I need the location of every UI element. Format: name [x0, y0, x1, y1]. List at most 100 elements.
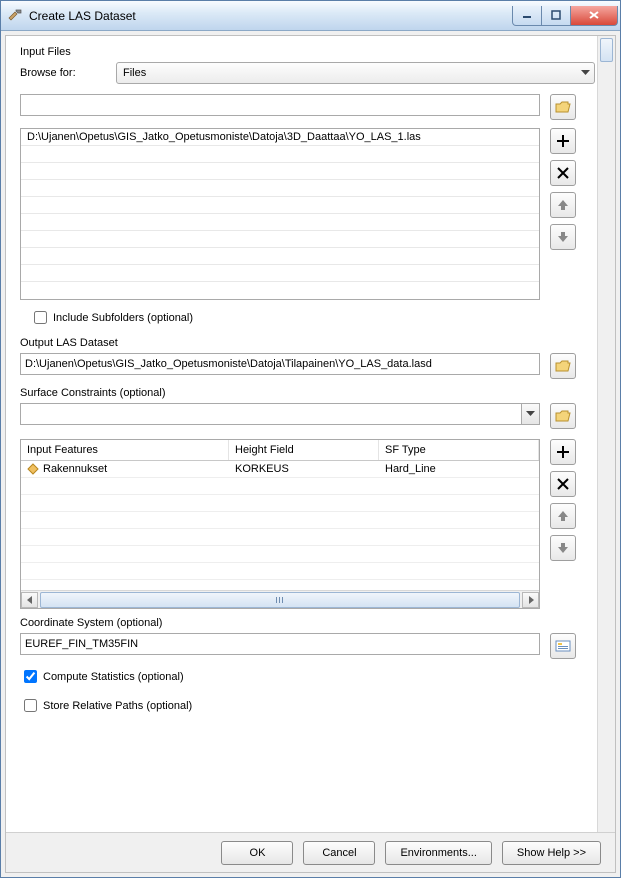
coord-label: Coordinate System (optional)	[20, 617, 595, 629]
list-item[interactable]	[21, 282, 539, 299]
browse-for-value: Files	[123, 67, 146, 79]
table-row[interactable]	[21, 529, 539, 546]
remove-constraint-button[interactable]	[550, 471, 576, 497]
list-item[interactable]	[21, 231, 539, 248]
show-help-button[interactable]: Show Help >>	[502, 841, 601, 865]
cell-height: KORKEUS	[229, 461, 379, 477]
maximize-button[interactable]	[541, 6, 571, 26]
coord-row	[20, 633, 595, 659]
table-row[interactable]: Rakennukset KORKEUS Hard_Line	[21, 461, 539, 478]
store-paths-row: Store Relative Paths (optional)	[20, 696, 595, 715]
scroll-track[interactable]	[38, 592, 522, 608]
vertical-scroll-thumb[interactable]	[600, 38, 613, 62]
list-item[interactable]	[21, 214, 539, 231]
table-body: Rakennukset KORKEUS Hard_Line	[21, 461, 539, 590]
surface-table-row: Input Features Height Field SF Type Rake…	[20, 439, 595, 609]
move-up-button[interactable]	[550, 192, 576, 218]
button-bar: OK Cancel Environments... Show Help >>	[6, 832, 615, 872]
arrow-down-icon	[557, 542, 569, 554]
output-path-field[interactable]	[20, 353, 540, 375]
surface-label: Surface Constraints (optional)	[20, 387, 595, 399]
table-row[interactable]	[21, 546, 539, 563]
browse-for-row: Browse for: Files	[20, 62, 595, 84]
include-subfolders-row: Include Subfolders (optional)	[30, 308, 595, 327]
form-area: Input Files Browse for: Files	[6, 36, 615, 832]
list-item[interactable]	[21, 180, 539, 197]
horizontal-scrollbar[interactable]	[21, 590, 539, 608]
folder-open-icon	[555, 100, 571, 114]
surface-table[interactable]: Input Features Height Field SF Type Rake…	[20, 439, 540, 609]
list-item[interactable]	[21, 146, 539, 163]
table-row[interactable]	[21, 495, 539, 512]
store-paths-checkbox[interactable]	[24, 699, 37, 712]
table-row[interactable]	[21, 478, 539, 495]
feature-class-icon	[27, 463, 39, 475]
input-path-field[interactable]	[20, 94, 540, 116]
environments-button[interactable]: Environments...	[385, 841, 491, 865]
move-constraint-up-button[interactable]	[550, 503, 576, 529]
input-files-list[interactable]: D:\Ujanen\Opetus\GIS_Jatko_Opetusmoniste…	[20, 128, 540, 300]
dialog-window: Create LAS Dataset Input Files Browse fo…	[0, 0, 621, 878]
minimize-button[interactable]	[512, 6, 542, 26]
coord-system-field[interactable]	[20, 633, 540, 655]
window-buttons	[513, 6, 618, 26]
compute-stats-checkbox[interactable]	[24, 670, 37, 683]
cancel-button[interactable]: Cancel	[303, 841, 375, 865]
x-icon	[557, 167, 569, 179]
vertical-scrollbar[interactable]	[597, 36, 615, 832]
col-input-features: Input Features	[21, 440, 229, 460]
properties-icon	[555, 639, 571, 653]
list-item[interactable]	[21, 197, 539, 214]
cell-sftype: Hard_Line	[379, 461, 539, 477]
arrow-down-icon	[557, 231, 569, 243]
scroll-right-button[interactable]	[522, 592, 539, 608]
chevron-down-icon	[581, 67, 590, 79]
compute-stats-row: Compute Statistics (optional)	[20, 667, 595, 686]
browse-input-button[interactable]	[550, 94, 576, 120]
table-row[interactable]	[21, 563, 539, 580]
output-row	[20, 353, 595, 379]
table-row[interactable]	[21, 512, 539, 529]
triangle-left-icon	[27, 596, 33, 604]
table-header: Input Features Height Field SF Type	[21, 440, 539, 461]
arrow-up-icon	[557, 199, 569, 211]
browse-surface-button[interactable]	[550, 403, 576, 429]
minimize-icon	[522, 10, 532, 20]
list-item[interactable]	[21, 248, 539, 265]
arrow-up-icon	[557, 510, 569, 522]
grip-icon	[276, 596, 285, 604]
list-item[interactable]	[21, 265, 539, 282]
titlebar[interactable]: Create LAS Dataset	[1, 1, 620, 31]
plus-icon	[556, 134, 570, 148]
surface-combo-input[interactable]	[20, 403, 522, 425]
hammer-icon	[7, 8, 23, 24]
browse-output-button[interactable]	[550, 353, 576, 379]
scroll-thumb[interactable]	[40, 592, 520, 608]
ok-button[interactable]: OK	[221, 841, 293, 865]
x-icon	[557, 478, 569, 490]
close-button[interactable]	[570, 6, 618, 26]
cell-feature: Rakennukset	[43, 461, 107, 477]
folder-open-icon	[555, 409, 571, 423]
move-down-button[interactable]	[550, 224, 576, 250]
browse-for-dropdown[interactable]: Files	[116, 62, 595, 84]
list-item[interactable]: D:\Ujanen\Opetus\GIS_Jatko_Opetusmoniste…	[21, 129, 539, 146]
list-item[interactable]	[21, 163, 539, 180]
browse-for-label: Browse for:	[20, 67, 116, 79]
output-label: Output LAS Dataset	[20, 337, 595, 349]
maximize-icon	[551, 10, 561, 20]
input-list-row: D:\Ujanen\Opetus\GIS_Jatko_Opetusmoniste…	[20, 128, 595, 300]
input-path-row	[20, 94, 595, 120]
surface-combo-row	[20, 403, 595, 429]
add-constraint-button[interactable]	[550, 439, 576, 465]
remove-file-button[interactable]	[550, 160, 576, 186]
chevron-down-icon	[526, 411, 535, 417]
include-subfolders-checkbox[interactable]	[34, 311, 47, 324]
coord-system-button[interactable]	[550, 633, 576, 659]
move-constraint-down-button[interactable]	[550, 535, 576, 561]
surface-combo-arrow[interactable]	[522, 403, 540, 425]
input-files-label: Input Files	[20, 46, 595, 58]
surface-combo[interactable]	[20, 403, 540, 425]
add-file-button[interactable]	[550, 128, 576, 154]
scroll-left-button[interactable]	[21, 592, 38, 608]
